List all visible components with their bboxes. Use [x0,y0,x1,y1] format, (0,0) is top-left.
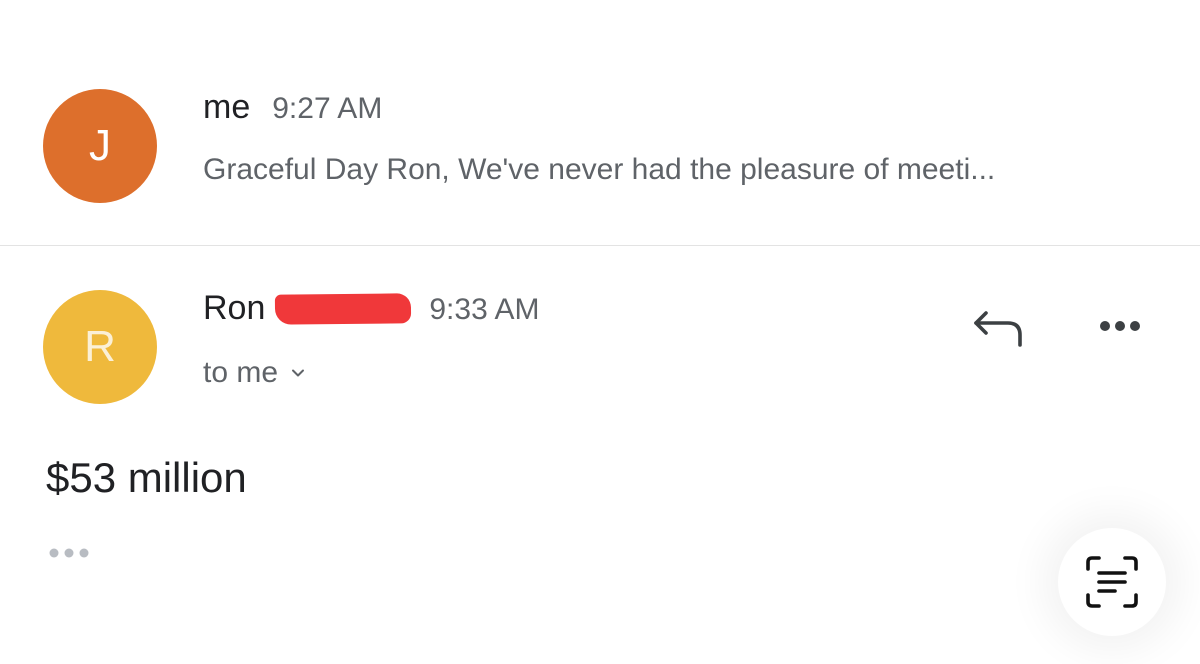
reply-arrow-icon [974,311,1022,347]
message-body: $53 million [46,454,247,501]
message-snippet: Graceful Day Ron, We've never had the pl… [203,153,996,186]
sender-name: Ron [203,289,266,327]
redaction-mark [275,292,412,325]
message-time: 9:33 AM [429,293,540,326]
chevron-down-icon [292,369,305,377]
live-text-button[interactable] [1058,528,1166,636]
show-trimmed-content-button[interactable] [44,540,100,566]
reply-button[interactable] [968,302,1028,352]
more-horizontal-icon [1100,321,1140,331]
email-thread: J me 9:27 AM Graceful Day Ron, We've nev… [0,0,1200,664]
sender-name: me [203,88,251,126]
message-time: 9:27 AM [272,92,383,125]
avatar[interactable]: R [43,290,157,404]
sender-row: me 9:27 AM [203,88,382,127]
avatar-letter: R [84,322,116,371]
recipient-details-toggle[interactable]: to me [203,356,306,390]
live-text-scan-icon [1086,556,1138,608]
collapsed-message[interactable]: J me 9:27 AM Graceful Day Ron, We've nev… [0,0,1200,246]
sender-row: Ron 9:33 AM [203,289,539,328]
avatar[interactable]: J [43,89,157,203]
avatar-letter: J [89,121,111,170]
ellipsis-icon [49,548,89,558]
recipient-label: to me [203,356,279,389]
more-options-button[interactable] [1090,306,1150,346]
